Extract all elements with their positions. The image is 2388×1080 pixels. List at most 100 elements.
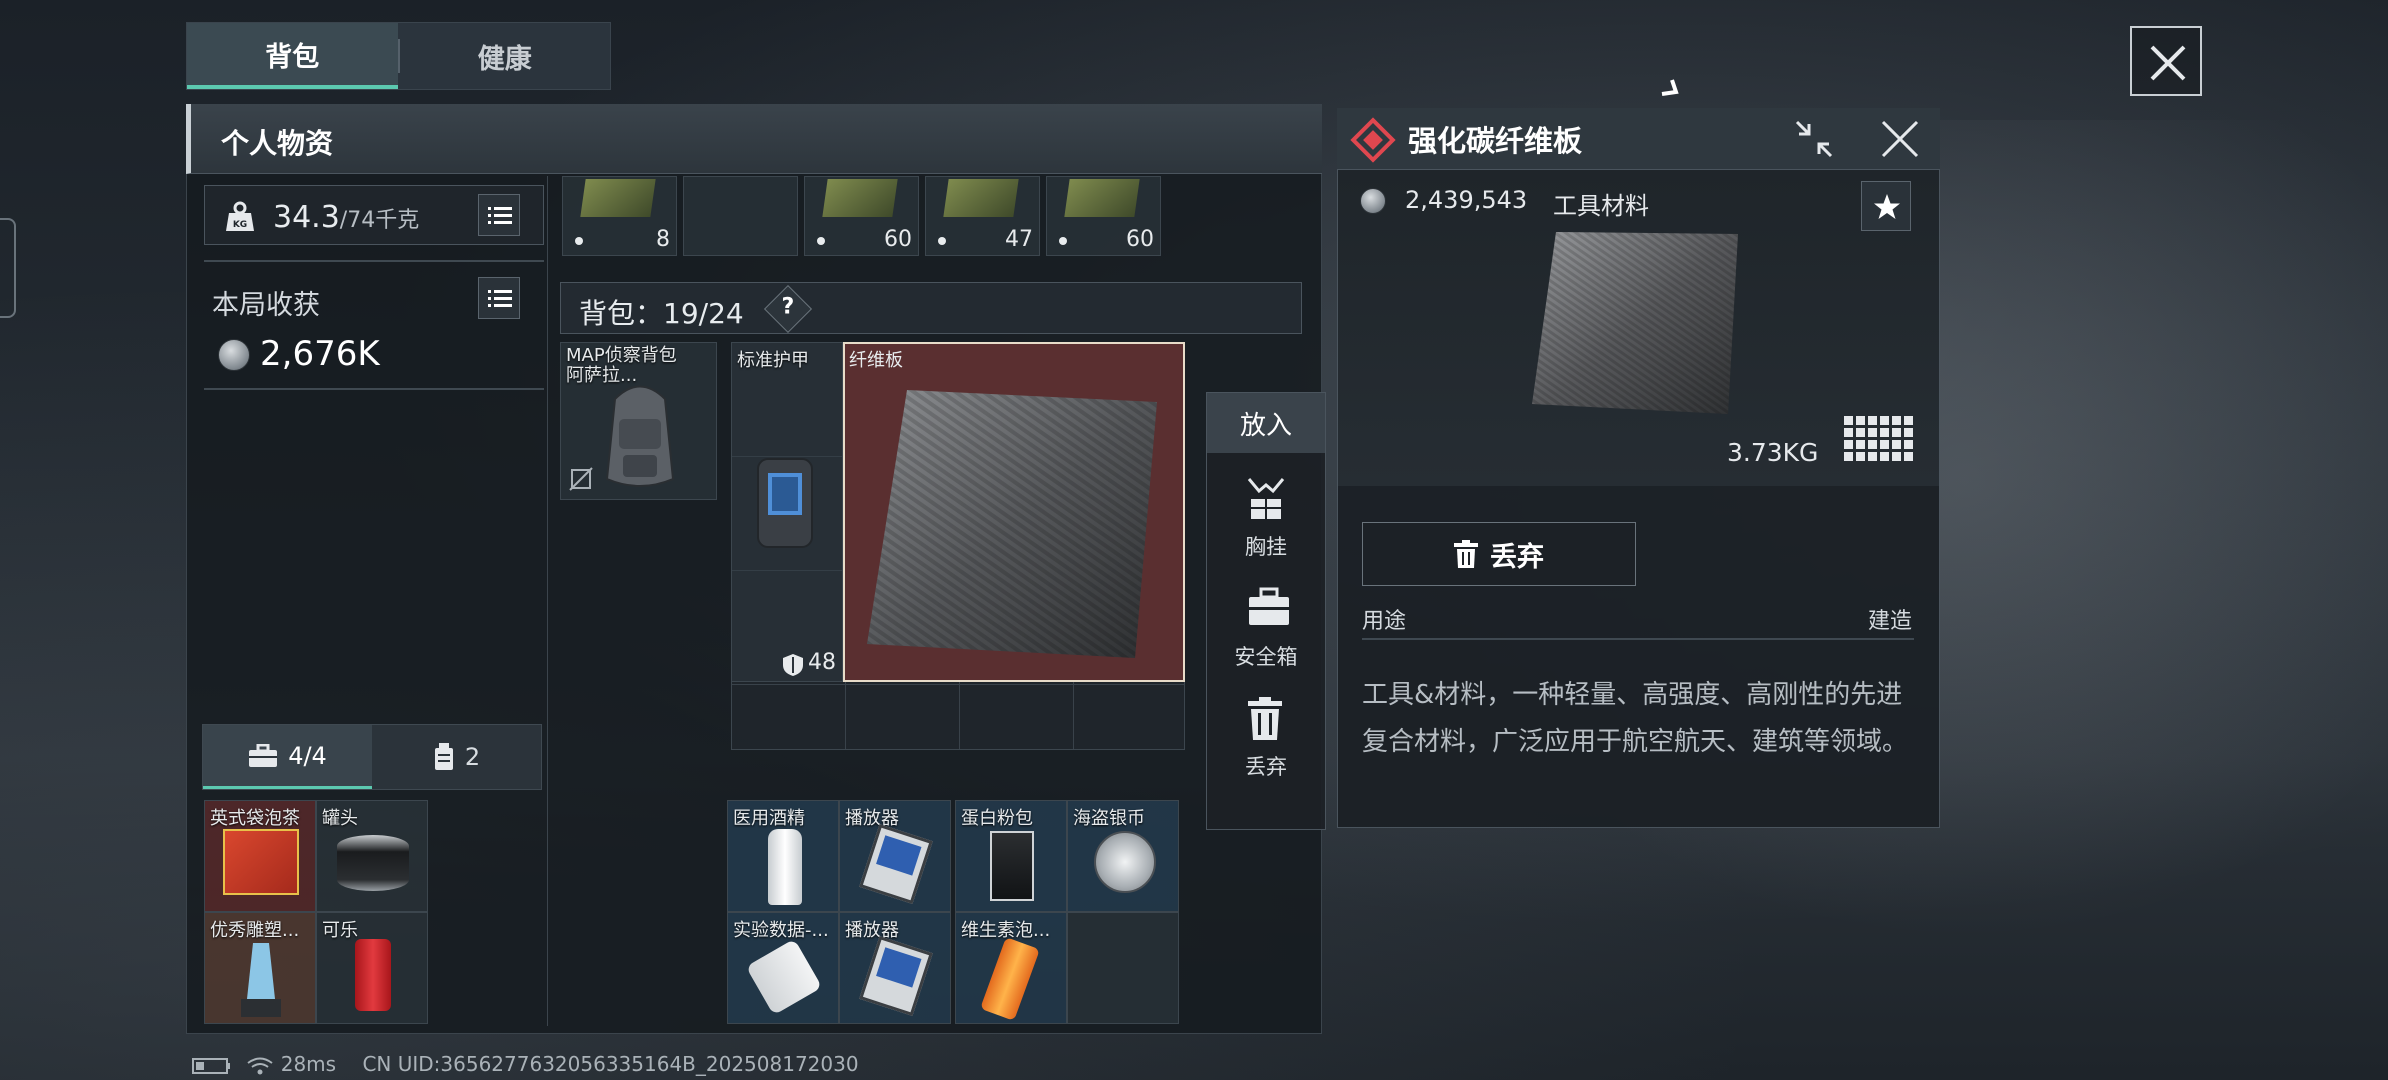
put-chest-rig-label: 胸挂	[1245, 535, 1287, 559]
detail-item-image	[1532, 232, 1738, 414]
pouch-item[interactable]: 优秀雕塑...	[204, 912, 316, 1024]
item-label: 播放器	[845, 808, 899, 829]
item-slot[interactable]: 47	[925, 176, 1040, 256]
favorite-button[interactable]	[1861, 181, 1911, 231]
use-value: 建造	[1868, 609, 1913, 634]
backpack-header: 背包：19/24 ?	[560, 282, 1302, 334]
pouch-item[interactable]: 英式袋泡茶	[204, 800, 316, 912]
tea-box-image	[223, 829, 299, 895]
item-name: 强化碳纤维板	[1408, 124, 1583, 158]
trash-icon	[1248, 697, 1282, 740]
carbon-fiber-image	[867, 390, 1157, 658]
svg-text:KG: KG	[233, 220, 247, 230]
put-in-menu: 放入 胸挂 安全箱 丢弃	[1206, 392, 1326, 830]
player-image	[859, 935, 933, 1017]
silver-coin-image	[1094, 831, 1156, 893]
usb-image	[745, 938, 823, 1016]
cola-image	[355, 939, 391, 1011]
harvest-list-button[interactable]	[478, 277, 520, 319]
put-chest-rig[interactable]: 胸挂	[1207, 465, 1325, 575]
battery-icon	[192, 1057, 230, 1074]
container-item[interactable]: 播放器	[839, 800, 951, 912]
discard-label: 丢弃	[1490, 541, 1544, 573]
safe-box-icon	[1249, 587, 1289, 625]
put-discard[interactable]: 丢弃	[1207, 685, 1325, 795]
container-item[interactable]: 蛋白粉包	[955, 800, 1067, 912]
item-type: 工具材料	[1553, 192, 1649, 220]
container-item[interactable]: 维生素泡...	[955, 912, 1067, 1024]
pouch-item[interactable]: 可乐	[316, 912, 428, 1024]
item-label: 实验数据-...	[733, 920, 829, 941]
user-uid: CN UID:3656277632056335164B_202508172030	[362, 1052, 859, 1076]
item-slot[interactable]: 60	[804, 176, 919, 256]
item-label: 可乐	[322, 920, 358, 941]
tab-health[interactable]: 健康	[400, 23, 611, 89]
container-item[interactable]: 实验数据-...	[727, 912, 839, 1024]
container-item[interactable]: 医用酒精	[727, 800, 839, 912]
container-item[interactable]: 海盗银币	[1067, 800, 1179, 912]
list-icon	[488, 290, 512, 307]
weight-limit: /74千克	[339, 208, 420, 233]
list-icon	[488, 207, 512, 224]
fiber-label: 纤维板	[849, 350, 903, 371]
item-label: 蛋白粉包	[961, 808, 1033, 829]
ammo-dot	[575, 237, 583, 245]
close-icon	[2150, 45, 2186, 81]
weight-list-button[interactable]	[478, 194, 520, 236]
item-count: 8	[656, 227, 670, 252]
item-slot[interactable]: 8	[562, 176, 677, 256]
item-slot-empty[interactable]	[683, 176, 798, 256]
ammo-dot	[1059, 237, 1067, 245]
item-label: 播放器	[845, 920, 899, 941]
container-item[interactable]: 播放器	[839, 912, 951, 1024]
put-in-title: 放入	[1207, 393, 1325, 453]
item-label: 罐头	[322, 808, 358, 829]
alcohol-bottle-image	[768, 829, 802, 905]
tab-canister[interactable]: 2	[372, 725, 541, 789]
put-discard-label: 丢弃	[1245, 755, 1287, 779]
tab-pouch[interactable]: 4/4	[203, 725, 372, 789]
tab-backpack[interactable]: 背包	[187, 23, 398, 89]
side-edge-handle[interactable]	[0, 218, 16, 318]
harvest-value: 2,676K	[260, 334, 380, 374]
canister-count: 2	[464, 743, 481, 771]
item-count: 60	[1126, 227, 1154, 252]
item-slot[interactable]: 60	[1046, 176, 1161, 256]
discard-button[interactable]: 丢弃	[1362, 522, 1636, 586]
cursor-icon	[1661, 79, 1679, 96]
armor-slot[interactable]: 标准护甲 48	[731, 342, 843, 682]
item-label: 医用酒精	[733, 808, 805, 829]
detail-close-icon[interactable]	[1880, 119, 1920, 159]
backpack-image	[605, 385, 675, 487]
backpack-capacity: 背包：19/24	[579, 297, 744, 330]
size-grid-icon	[1844, 416, 1913, 461]
bag-slot[interactable]: MAP侦察背包 阿萨拉...	[560, 342, 717, 500]
ammo-dot	[938, 237, 946, 245]
item-label: 海盗银币	[1073, 808, 1145, 829]
ping: 28ms	[280, 1052, 337, 1076]
carbon-fiber-slot[interactable]: 纤维板	[843, 342, 1185, 682]
can-image	[337, 835, 409, 891]
shield-icon	[783, 654, 803, 676]
ammo-dot	[817, 237, 825, 245]
harvest-title: 本局收获	[212, 290, 320, 321]
ammo-box-image	[822, 179, 898, 217]
item-description: 工具&材料，一种轻量、高强度、高刚性的先进复合材料，广泛应用于航空航天、建筑等领…	[1362, 680, 1909, 757]
collapse-icon[interactable]	[1793, 118, 1835, 160]
no-insure-icon	[569, 467, 593, 491]
coin-icon	[1360, 188, 1386, 214]
container-slot-empty[interactable]	[1067, 912, 1179, 1024]
pouch-item[interactable]: 罐头	[316, 800, 428, 912]
panel-header: 个人物资	[186, 104, 1322, 174]
help-icon: ?	[781, 294, 795, 320]
help-button[interactable]: ?	[763, 284, 813, 334]
ammo-box-image	[1064, 179, 1140, 217]
put-safe-box[interactable]: 安全箱	[1207, 575, 1325, 685]
coin-icon	[218, 339, 250, 371]
player-image	[859, 823, 933, 905]
close-button[interactable]	[2130, 26, 2202, 96]
weight-icon: KG	[226, 201, 254, 231]
weight-value: 34.3/74千克	[273, 200, 419, 235]
chest-rig-icon	[1247, 478, 1285, 519]
armor-label: 标准护甲	[737, 350, 809, 371]
